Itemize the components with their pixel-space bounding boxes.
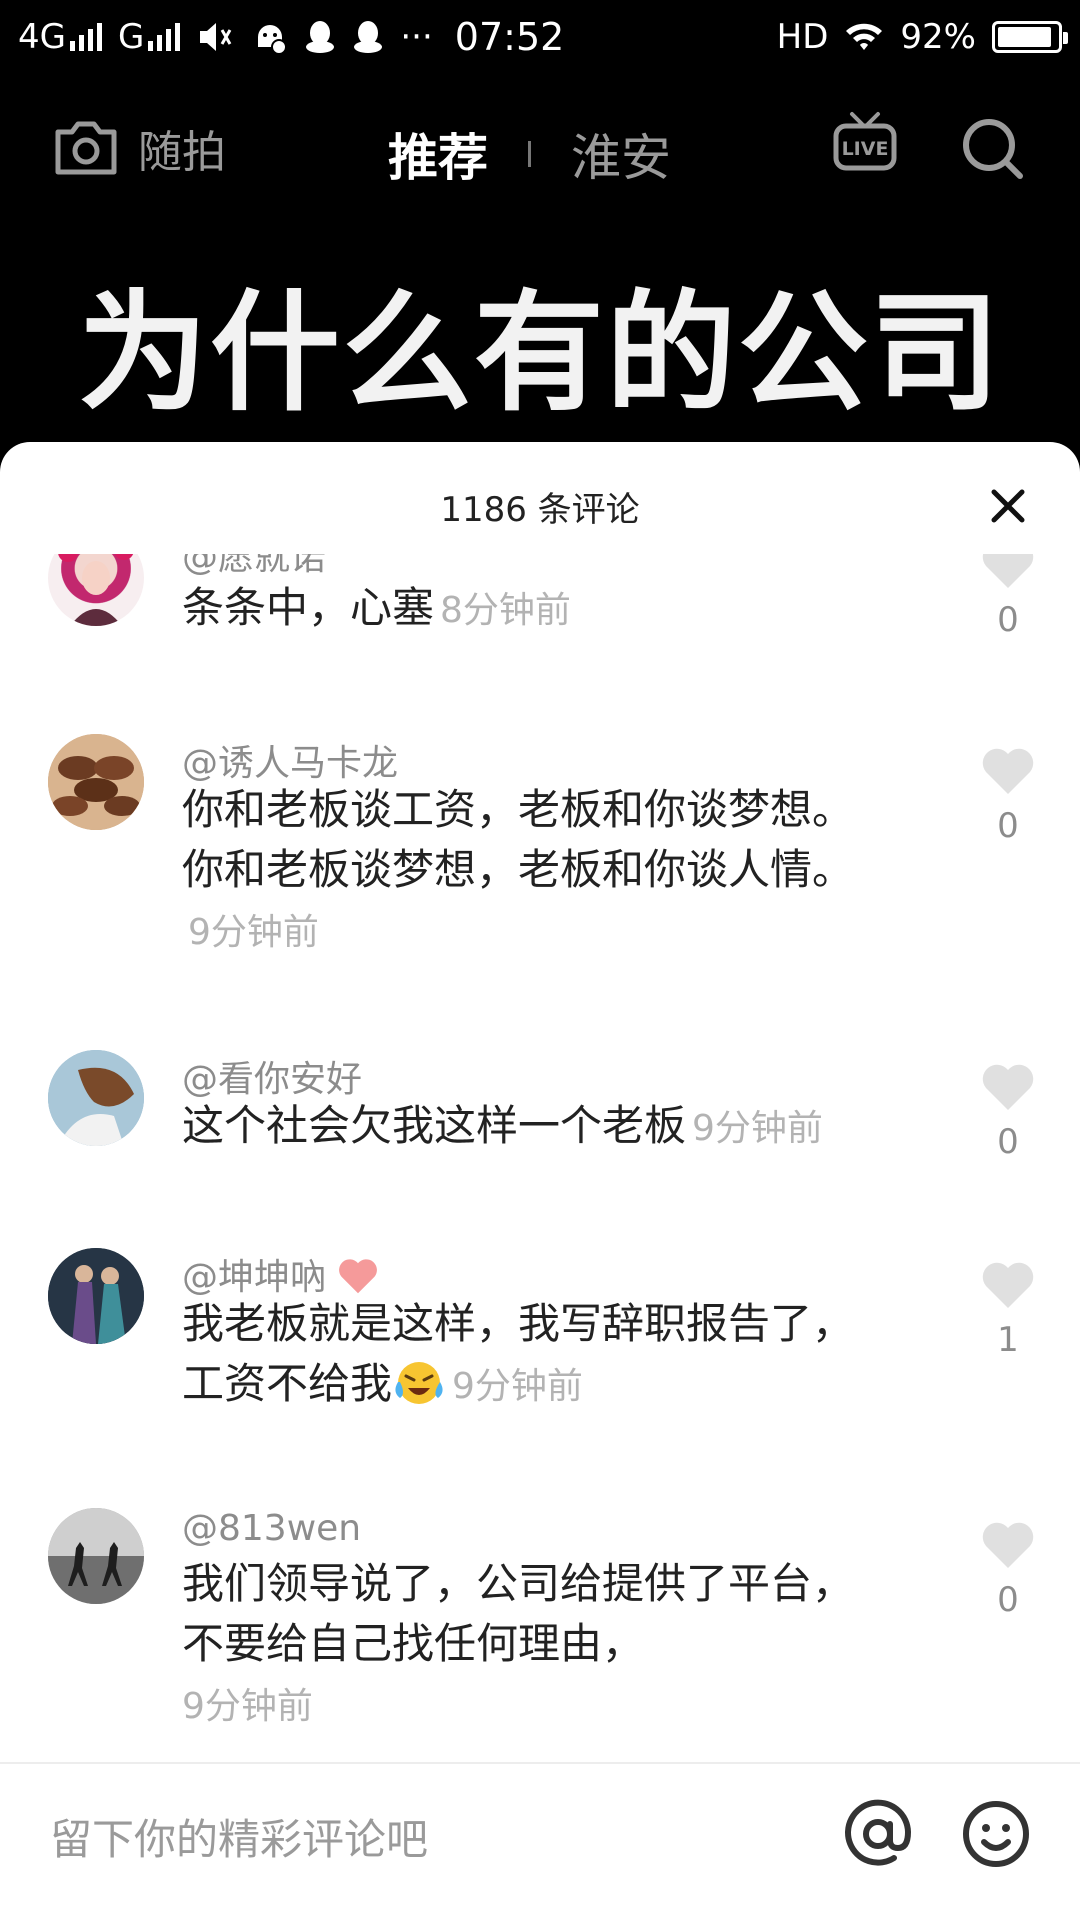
wifi-icon — [846, 23, 883, 50]
network-g: G — [117, 17, 181, 57]
network-4g-label: 4G — [18, 17, 66, 57]
user-avatar[interactable] — [48, 734, 144, 830]
camera-icon — [55, 121, 117, 175]
live-icon: LIVE — [833, 112, 897, 171]
avatar-wind-hair-image — [48, 1050, 144, 1146]
user-avatar[interactable] — [48, 1050, 144, 1146]
comment-text: 我们领导说了，公司给提供了平台，不要给自己找任何理由， 9分钟前 — [182, 1554, 882, 1737]
like-count: 1 — [997, 1320, 1019, 1360]
close-icon — [991, 489, 1025, 523]
comment-body: 你和老板谈工资，老板和你谈梦想。你和老板谈梦想，老板和你谈人情。 — [182, 785, 855, 894]
close-button[interactable] — [984, 482, 1032, 530]
tab-divider — [528, 141, 531, 167]
comment-item: @813wen 我们领导说了，公司给提供了平台，不要给自己找任何理由， 9分钟前 … — [0, 1508, 1080, 1762]
status-bar-right: HD 92% — [776, 17, 1068, 57]
user-avatar[interactable] — [48, 554, 144, 626]
like-count: 0 — [997, 600, 1019, 640]
signal-bars-icon — [69, 23, 102, 51]
user-avatar[interactable] — [48, 1508, 144, 1604]
heart-icon — [982, 1262, 1034, 1308]
status-bar: 4G G ··· 07:52 HD 92% — [0, 0, 1080, 74]
comment-body: 条条中，心塞 — [182, 583, 435, 632]
like-button[interactable]: 0 — [978, 746, 1038, 846]
signal-bars-icon — [148, 23, 181, 51]
live-badge-text: LIVE — [842, 138, 889, 160]
avatar-couple-image — [48, 1248, 144, 1344]
comment-item: @愿就诺 条条中，心塞 8分钟前 0 — [0, 554, 1080, 688]
vibrate-icon — [200, 23, 232, 51]
comment-item: @诱人马卡龙 你和老板谈工资，老板和你谈梦想。你和老板谈梦想，老板和你谈人情。 9… — [0, 734, 1080, 994]
comment-time: 9分钟前 — [188, 912, 319, 953]
comment-sheet: 1186 条评论 @愿就诺 条条中，心塞 8分钟前 0 @诱人马卡龙 你和老板谈… — [0, 442, 1080, 1920]
shoot-label: 随拍 — [138, 127, 226, 178]
status-bar-left: 4G G ··· 07:52 — [18, 15, 564, 59]
avatar-flower-image — [58, 554, 134, 626]
live-button[interactable]: LIVE — [832, 110, 898, 178]
comment-body: 这个社会欠我这样一个老板 — [182, 1101, 687, 1150]
avatar-macaron-image — [48, 734, 144, 830]
heart-icon — [982, 748, 1034, 794]
comment-item: @坤坤吶 我老板就是这样，我写辞职报告了，工资不给我 9分钟前 1 — [0, 1248, 1080, 1468]
comment-time: 8分钟前 — [440, 590, 571, 631]
comment-time: 9分钟前 — [182, 1686, 313, 1727]
clock: 07:52 — [454, 15, 565, 59]
comment-username[interactable]: @愿就诺 — [182, 554, 326, 580]
network-4g: 4G — [18, 17, 102, 57]
feed-tabs: 推荐 淮安 — [388, 118, 671, 190]
tab-recommend[interactable]: 推荐 — [388, 118, 488, 190]
search-button[interactable] — [960, 116, 1026, 186]
comment-text: 你和老板谈工资，老板和你谈梦想。你和老板谈梦想，老板和你谈人情。 9分钟前 — [182, 780, 882, 963]
comment-text: 我老板就是这样，我写辞职报告了，工资不给我 9分钟前 — [182, 1294, 882, 1417]
like-count: 0 — [997, 806, 1019, 846]
comment-text: 这个社会欠我这样一个老板 9分钟前 — [182, 1096, 882, 1159]
at-icon — [845, 1799, 912, 1866]
battery-fill — [998, 27, 1052, 47]
comment-username[interactable]: @813wen — [182, 1508, 361, 1549]
like-count: 0 — [997, 1122, 1019, 1162]
like-button[interactable]: 1 — [978, 1260, 1038, 1360]
comment-item: @看你安好 这个社会欠我这样一个老板 9分钟前 0 — [0, 1050, 1080, 1210]
battery-icon — [992, 21, 1068, 53]
tab-local[interactable]: 淮安 — [571, 118, 671, 190]
top-nav: 随拍 推荐 淮安 LIVE — [0, 100, 1080, 200]
comment-time: 9分钟前 — [692, 1108, 823, 1149]
emoji-icon — [963, 1801, 1029, 1867]
like-button[interactable]: 0 — [978, 1520, 1038, 1620]
comment-username[interactable]: @坤坤吶 — [182, 1248, 379, 1300]
crying-laughing-emoji-icon — [395, 1362, 443, 1404]
comment-count-title: 1186 条评论 — [440, 490, 640, 530]
heart-emoji-icon — [339, 1259, 378, 1294]
comment-username[interactable]: @诱人马卡龙 — [182, 734, 398, 786]
comment-body: 我们领导说了，公司给提供了平台，不要给自己找任何理由， — [182, 1559, 855, 1668]
qq-icon — [306, 21, 335, 53]
screen: 4G G ··· 07:52 HD 92% 随拍 推荐 淮安 LIVE 为什么有… — [0, 0, 1080, 1920]
comment-username[interactable]: @看你安好 — [182, 1050, 362, 1102]
heart-icon — [982, 554, 1034, 588]
heart-icon — [982, 1522, 1034, 1568]
more-notifications: ··· — [400, 17, 433, 57]
battery-percent: 92% — [900, 17, 976, 57]
emoji-button[interactable] — [960, 1798, 1032, 1870]
shoot-button[interactable]: 随拍 — [52, 116, 226, 180]
comment-input-bar — [0, 1762, 1080, 1920]
network-g-label: G — [117, 17, 145, 57]
comment-sheet-header: 1186 条评论 — [0, 442, 1080, 554]
video-headline: 为什么有的公司 — [77, 277, 1002, 429]
android-debug-icon — [258, 25, 288, 55]
comment-username-text: @坤坤吶 — [182, 1257, 327, 1298]
like-count: 0 — [997, 1580, 1019, 1620]
user-avatar[interactable] — [48, 1248, 144, 1344]
mention-button[interactable] — [842, 1798, 914, 1870]
comment-text: 条条中，心塞 8分钟前 — [182, 578, 882, 641]
hd-label: HD — [776, 17, 829, 57]
search-icon — [963, 119, 1023, 179]
qq-icon — [354, 21, 383, 53]
comment-time: 9分钟前 — [452, 1366, 583, 1407]
avatar-beach-image — [48, 1508, 144, 1604]
comment-list[interactable]: @愿就诺 条条中，心塞 8分钟前 0 @诱人马卡龙 你和老板谈工资，老板和你谈梦… — [0, 554, 1080, 1762]
like-button[interactable]: 0 — [978, 554, 1038, 640]
heart-icon — [982, 1064, 1034, 1110]
comment-input[interactable] — [50, 1804, 810, 1874]
like-button[interactable]: 0 — [978, 1062, 1038, 1162]
